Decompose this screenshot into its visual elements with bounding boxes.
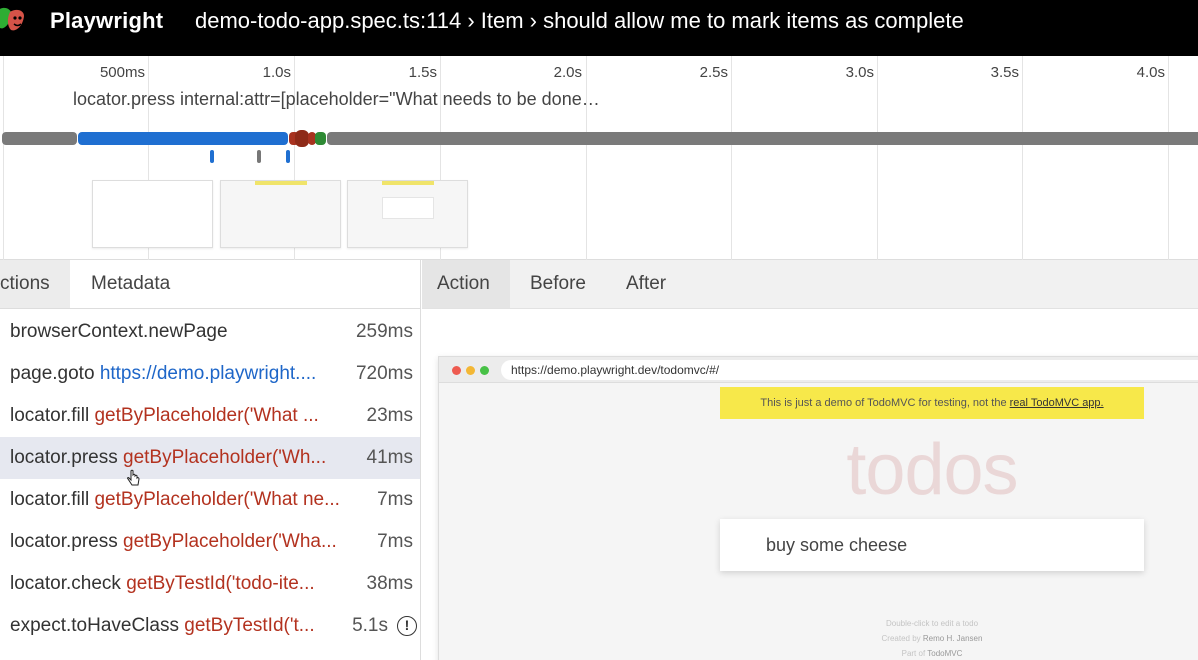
- todos-heading: todos: [846, 430, 1018, 510]
- playwright-logo-icon: [0, 7, 24, 31]
- tab-action-label: Action: [437, 273, 490, 294]
- action-item[interactable]: browserContext.newPage 259ms: [0, 311, 420, 353]
- action-duration: 5.1s: [352, 615, 388, 636]
- action-target: getByPlaceholder('Wha...: [123, 531, 337, 552]
- action-duration: 38ms: [366, 573, 413, 594]
- timeline-marker: [210, 150, 214, 163]
- action-name: locator.check: [10, 573, 121, 594]
- close-dot-icon: [452, 366, 461, 375]
- tick-label: 2.5s: [699, 64, 728, 81]
- left-tab-bar: ctions Metadata: [0, 260, 420, 309]
- footer-part-name: TodoMVC: [927, 649, 963, 658]
- tick-label: 3.0s: [845, 64, 874, 81]
- action-item[interactable]: locator.press getByPlaceholder('Wha... 7…: [0, 521, 420, 563]
- tick-label: 2.0s: [553, 64, 582, 81]
- action-item-selected[interactable]: locator.press getByPlaceholder('Wh... 41…: [0, 437, 420, 479]
- action-name: locator.press: [10, 531, 118, 552]
- tick-label: 4.0s: [1136, 64, 1165, 81]
- timeline-bar[interactable]: [78, 132, 288, 145]
- demo-banner: This is just a demo of TodoMVC for testi…: [720, 387, 1144, 419]
- action-item[interactable]: locator.fill getByPlaceholder('What ne..…: [0, 479, 420, 521]
- timeline-bar[interactable]: [327, 132, 1198, 145]
- banner-text: This is just a demo of TodoMVC for testi…: [760, 397, 1010, 409]
- timeline-hover-text: locator.press internal:attr=[placeholder…: [73, 89, 600, 109]
- test-title: demo-todo-app.spec.ts:114 › Item › shoul…: [195, 8, 964, 33]
- action-target: getByPlaceholder('What ne...: [94, 489, 340, 510]
- screenshot-thumbnail[interactable]: [220, 180, 341, 248]
- footer-created: Created by Remo H. Jansen: [720, 634, 1144, 643]
- actions-pane: ctions Metadata browserContext.newPage 2…: [0, 260, 421, 660]
- tab-metadata-label: Metadata: [91, 273, 171, 294]
- action-name: locator.fill: [10, 489, 90, 510]
- action-item[interactable]: page.goto https://demo.playwright.... 72…: [0, 353, 420, 395]
- tab-after[interactable]: After: [626, 260, 666, 308]
- tab-before[interactable]: Before: [530, 260, 586, 308]
- action-duration: 41ms: [366, 447, 413, 468]
- tick-label: 1.0s: [262, 64, 291, 81]
- action-name: locator.press: [10, 447, 118, 468]
- snapshot-preview: https://demo.playwright.dev/todomvc/#/ T…: [422, 309, 1198, 660]
- tab-actions-label: ctions: [0, 273, 50, 294]
- action-duration: 7ms: [377, 531, 413, 552]
- action-target: getByTestId('t...: [184, 615, 315, 636]
- address-bar: https://demo.playwright.dev/todomvc/#/: [501, 360, 1198, 380]
- tab-after-label: After: [626, 273, 667, 294]
- timeline-bar[interactable]: [295, 130, 309, 147]
- timeline-marker: [286, 150, 290, 163]
- browser-toolbar: https://demo.playwright.dev/todomvc/#/: [439, 357, 1198, 383]
- action-target: getByPlaceholder('What ...: [94, 405, 319, 426]
- app-brand: Playwright: [50, 8, 164, 33]
- action-target: getByTestId('todo-ite...: [126, 573, 315, 594]
- action-target: https://demo.playwright....: [99, 363, 317, 384]
- timeline-bar[interactable]: [2, 132, 77, 145]
- screenshot-thumbnail[interactable]: [92, 180, 213, 248]
- title-bar: Playwright demo-todo-app.spec.ts:114 › I…: [0, 0, 1198, 56]
- footer-created-prefix: Created by: [881, 634, 923, 643]
- footer-hint: Double-click to edit a todo: [885, 619, 979, 628]
- action-item[interactable]: expect.toHaveClass getByTestId('t... 5.1…: [0, 605, 420, 647]
- action-duration: 259ms: [355, 321, 413, 342]
- action-item[interactable]: locator.fill getByPlaceholder('What ... …: [0, 395, 420, 437]
- tab-action[interactable]: Action: [422, 260, 510, 308]
- tick-label: 3.5s: [990, 64, 1019, 81]
- timeline-marker: [257, 150, 261, 163]
- action-name: browserContext.newPage: [10, 321, 228, 342]
- action-target: getByPlaceholder('Wh...: [123, 447, 327, 468]
- action-name: expect.toHaveClass: [10, 615, 179, 636]
- tab-metadata[interactable]: Metadata: [91, 260, 170, 308]
- screenshot-thumbnail[interactable]: [347, 180, 468, 248]
- right-tab-bar: Action Before After: [422, 260, 1198, 309]
- preview-pane: Action Before After https://demo.playwri…: [422, 260, 1198, 660]
- tab-actions[interactable]: ctions: [0, 260, 70, 308]
- action-duration: 720ms: [355, 363, 413, 384]
- action-duration: 7ms: [377, 489, 413, 510]
- tab-before-label: Before: [530, 273, 586, 294]
- footer-part: Part of TodoMVC: [720, 649, 1144, 658]
- hand-cursor-icon: [127, 469, 140, 486]
- tick-label: 500ms: [99, 64, 145, 81]
- banner-link: real TodoMVC app.: [1009, 397, 1104, 409]
- action-item[interactable]: locator.check getByTestId('todo-ite... 3…: [0, 563, 420, 605]
- timeline-bar[interactable]: [315, 132, 326, 145]
- browser-frame: https://demo.playwright.dev/todomvc/#/ T…: [438, 356, 1198, 660]
- footer-created-name: Remo H. Jansen: [922, 634, 983, 643]
- new-todo-input: buy some cheese: [720, 519, 1144, 571]
- action-name: locator.fill: [10, 405, 90, 426]
- warning-icon: !: [397, 616, 417, 636]
- action-name: page.goto: [10, 363, 95, 384]
- timeline[interactable]: 500ms 1.0s 1.5s 2.0s 2.5s 3.0s 3.5s 4.0s…: [0, 56, 1198, 260]
- action-duration: 23ms: [366, 405, 413, 426]
- maximize-dot-icon: [480, 366, 489, 375]
- footer-part-prefix: Part of: [901, 649, 928, 658]
- tick-label: 1.5s: [408, 64, 437, 81]
- minimize-dot-icon: [466, 366, 475, 375]
